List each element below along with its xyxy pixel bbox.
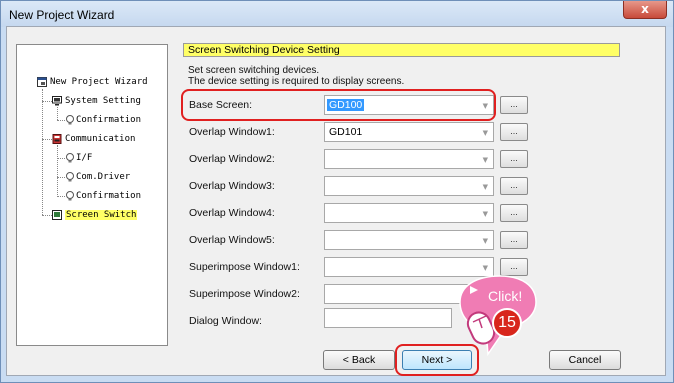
bulb-icon [66, 153, 74, 163]
overlap-window2-combo[interactable]: ▼ [324, 149, 494, 169]
close-icon[interactable]: x [641, 2, 649, 16]
chevron-down-icon[interactable]: ▼ [483, 264, 488, 272]
overlap-window2-browse-button[interactable]: ... [500, 150, 528, 168]
overlap-window4-combo[interactable]: ▼ [324, 203, 494, 223]
dialog-window-label: Dialog Window: [189, 315, 262, 327]
tree-item-confirmation[interactable]: Confirmation [76, 114, 141, 126]
click-callout: Click! 15 [440, 272, 560, 372]
tree-item-system-setting[interactable]: System Setting [65, 95, 141, 107]
overlap-window5-label: Overlap Window5: [189, 234, 275, 246]
chevron-down-icon[interactable]: ▼ [483, 156, 488, 164]
step-badge: 15 [492, 308, 522, 338]
bulb-icon [66, 172, 74, 182]
overlap-window3-combo[interactable]: ▼ [324, 176, 494, 196]
overlap-window1-value: GD101 [329, 126, 363, 138]
step-number: 15 [498, 314, 516, 331]
overlap-window5-combo[interactable]: ▼ [324, 230, 494, 250]
tree-item-com-driver[interactable]: Com.Driver [76, 171, 130, 183]
section-description: Set screen switching devices. The device… [188, 65, 404, 87]
title-bar: New Project Wizard x [1, 1, 673, 27]
monitor-icon [52, 96, 62, 106]
tree-connector [57, 145, 58, 197]
chevron-down-icon[interactable]: ▼ [483, 183, 488, 191]
tree-connector [42, 139, 52, 140]
callout-text: Click! [488, 288, 523, 304]
overlap-window4-browse-button[interactable]: ... [500, 204, 528, 222]
tree-item-new-project-wizard[interactable]: New Project Wizard [50, 76, 148, 88]
overlap-window5-browse-button[interactable]: ... [500, 231, 528, 249]
tree-item-screen-switch[interactable]: Screen Switch [65, 209, 138, 221]
chevron-down-icon[interactable]: ▼ [483, 129, 488, 137]
overlap-window1-browse-button[interactable]: ... [500, 123, 528, 141]
base-screen-highlight-box [181, 89, 496, 121]
overlap-window1-combo[interactable]: GD101 ▼ [324, 122, 494, 142]
tree-connector [42, 89, 43, 215]
overlap-window3-browse-button[interactable]: ... [500, 177, 528, 195]
tree-item-communication[interactable]: Communication [65, 133, 135, 145]
screen-icon [52, 210, 62, 220]
tree-item-interface[interactable]: I/F [76, 152, 92, 164]
dialog-window-combo[interactable] [324, 308, 452, 328]
back-button[interactable]: < Back [323, 350, 395, 370]
tree-connector [42, 101, 52, 102]
description-line-1: Set screen switching devices. [188, 65, 320, 76]
bulb-icon [66, 115, 74, 125]
tree-connector [57, 177, 65, 178]
wizard-icon [37, 77, 47, 87]
tree-item-screen-switch-label: Screen Switch [65, 210, 138, 220]
description-line-2: The device setting is required to displa… [188, 76, 405, 87]
bulb-icon [66, 191, 74, 201]
tree-connector [57, 107, 58, 120]
tree-connector [42, 215, 52, 216]
overlap-window2-label: Overlap Window2: [189, 153, 275, 165]
close-button[interactable]: x [623, 1, 667, 19]
overlap-window4-label: Overlap Window4: [189, 207, 275, 219]
tree-connector [57, 196, 65, 197]
tree-connector [57, 158, 65, 159]
tree-connector [57, 120, 65, 121]
chevron-down-icon[interactable]: ▼ [483, 210, 488, 218]
superimpose-window1-label: Superimpose Window1: [189, 261, 300, 273]
section-header: Screen Switching Device Setting [183, 43, 620, 57]
overlap-window1-label: Overlap Window1: [189, 126, 275, 138]
tree-item-confirmation-2[interactable]: Confirmation [76, 190, 141, 202]
overlap-window3-label: Overlap Window3: [189, 180, 275, 192]
superimpose-window2-label: Superimpose Window2: [189, 288, 300, 300]
window-title: New Project Wizard [9, 8, 115, 22]
wizard-steps-tree: New Project Wizard System Setting Confir… [16, 44, 168, 346]
chevron-down-icon[interactable]: ▼ [483, 237, 488, 245]
base-screen-browse-button[interactable]: ... [500, 96, 528, 114]
device-icon [52, 134, 62, 144]
